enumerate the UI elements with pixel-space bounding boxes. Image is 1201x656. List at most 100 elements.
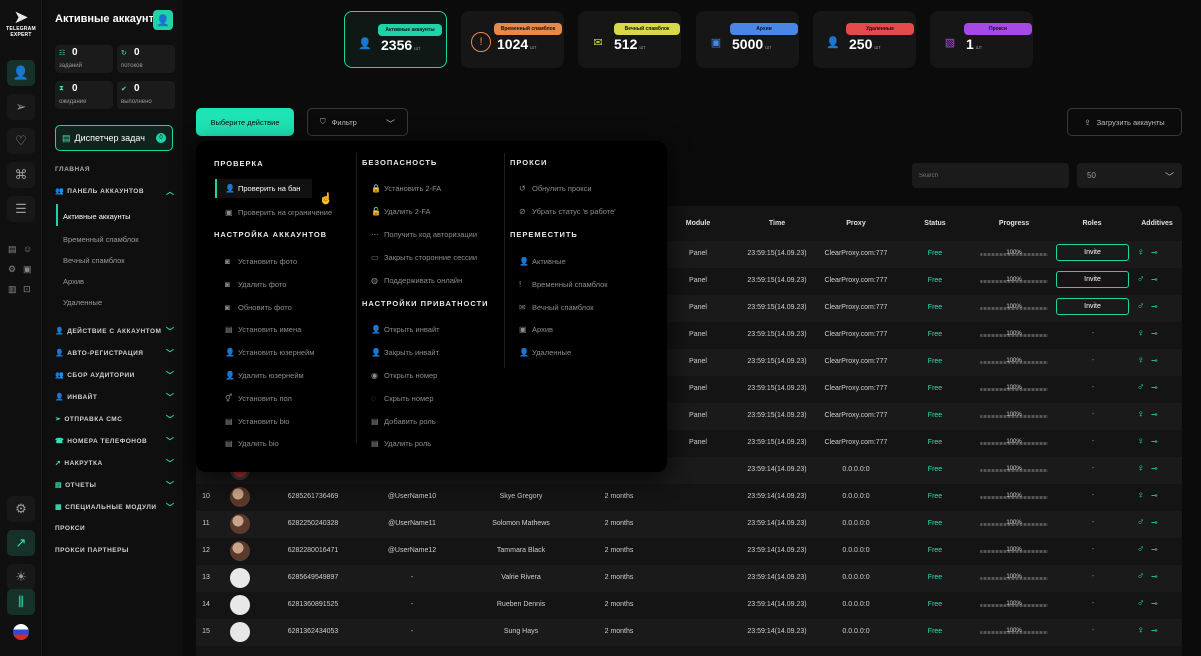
invite-role-button[interactable]: Invite <box>1056 271 1129 288</box>
menu-set-username[interactable]: 👤 Установить юзернейм <box>225 348 314 357</box>
key-icon[interactable]: ⊸ <box>1151 437 1158 446</box>
key-icon[interactable]: ⊸ <box>1151 248 1158 257</box>
nav-sms[interactable]: ➢ ОТПРАВКА СМС ﹀ <box>55 415 174 424</box>
send-icon[interactable]: ➢ <box>7 94 35 120</box>
menu-reset-proxy[interactable]: ↺ Обнулить прокси <box>519 184 592 193</box>
key-icon[interactable]: ⊸ <box>1151 329 1158 338</box>
col-proxy[interactable]: Proxy <box>846 220 865 227</box>
col-module[interactable]: Module <box>686 220 711 227</box>
invite-role-button[interactable]: Invite <box>1056 244 1129 261</box>
key-icon[interactable]: ⊸ <box>1151 518 1158 527</box>
search-input[interactable] <box>912 163 1069 188</box>
menu-move-archive[interactable]: ▣ Архив <box>519 325 553 334</box>
equalizer-icon[interactable]: ⫼ <box>7 589 35 615</box>
menu-check-restriction[interactable]: ▣ Проверить на ограничение <box>225 208 332 217</box>
menu-open-invite[interactable]: 👤 Открыть инвайт <box>371 325 440 334</box>
command-icon[interactable]: ⌘ <box>7 162 35 188</box>
key-icon[interactable]: ⊸ <box>1151 410 1158 419</box>
key-icon[interactable]: ⊸ <box>1151 572 1158 581</box>
menu-set-2fa[interactable]: 🔒 Установить 2-FA <box>371 184 441 193</box>
col-additives[interactable]: Additives <box>1141 220 1173 227</box>
card-proxy[interactable]: Прокси ▧ 1 шт <box>930 11 1033 68</box>
menu-set-photo[interactable]: ◙ Установить фото <box>225 257 297 266</box>
nav-accounts-panel[interactable]: 👥 ПАНЕЛЬ АККАУНТОВ ︿ <box>55 187 174 196</box>
person-small-icon[interactable]: ☺ <box>23 244 32 254</box>
nav-special-modules[interactable]: ▦ СПЕЦИАЛЬНЫЕ МОДУЛИ ﹀ <box>55 503 174 512</box>
menu-move-deleted[interactable]: 👤 Удаленные <box>519 348 571 357</box>
menu-delete-2fa[interactable]: 🔓 Удалить 2-FA <box>371 207 431 216</box>
upload-accounts-button[interactable]: ⇪ Загрузить аккаунты <box>1067 108 1182 136</box>
menu-remove-in-work-status[interactable]: ⊘ Убрать статус 'в работе' <box>519 207 616 216</box>
key-icon[interactable]: ⊸ <box>1151 302 1158 311</box>
key-icon[interactable]: ⊸ <box>1151 464 1158 473</box>
menu-delete-bio[interactable]: ▤ Удалить bio <box>225 439 279 448</box>
key-icon[interactable]: ⊸ <box>1151 599 1158 608</box>
sub-item-active[interactable]: Активные аккаунты <box>63 212 130 221</box>
nav-auto-registration[interactable]: 👤 АВТО-РЕГИСТРАЦИЯ ﹀ <box>55 349 174 358</box>
task-dispatcher-button[interactable]: ▤ Диспетчер задач 0 <box>55 125 173 151</box>
select-action-button[interactable]: Выберите действие <box>196 108 294 136</box>
nav-proxy-partners[interactable]: ПРОКСИ ПАРТНЕРЫ <box>55 547 129 554</box>
heart-icon[interactable]: ♡ <box>7 128 35 154</box>
external-link-icon[interactable]: ↗ <box>7 530 35 556</box>
key-icon[interactable]: ⊸ <box>1151 356 1158 365</box>
app-logo[interactable]: ➤ TELEGRAM EXPERT <box>4 8 38 38</box>
user-icon[interactable]: 👤 <box>7 60 35 86</box>
menu-set-gender[interactable]: ⚥ Установить пол <box>225 394 292 403</box>
nav-audience[interactable]: 👥 СБОР АУДИТОРИИ ﹀ <box>55 371 174 380</box>
key-icon[interactable]: ⊸ <box>1151 383 1158 392</box>
table-row[interactable]: 10 6285261736469 @UserName10 Skye Gregor… <box>196 484 1182 511</box>
menu-delete-username[interactable]: 👤 Удалить юзернейм <box>225 371 304 380</box>
sub-item-archive[interactable]: Архив <box>63 277 84 286</box>
col-progress[interactable]: Progress <box>999 220 1029 227</box>
menu-get-auth-code[interactable]: ⋯ Получить код авторизации <box>371 230 477 239</box>
nav-boost[interactable]: ➚ НАКРУТКА ﹀ <box>55 459 174 468</box>
database-icon[interactable]: ☰ <box>7 196 35 222</box>
nav-proxy[interactable]: ПРОКСИ <box>55 525 85 532</box>
settings-icon[interactable]: ⚙ <box>7 496 35 522</box>
user-icon[interactable]: 👤 <box>153 10 173 30</box>
menu-delete-photo[interactable]: ◙ Удалить фото <box>225 280 286 289</box>
filter-button[interactable]: ⛉ Фильтр ﹀ <box>307 108 408 136</box>
gear-small-icon[interactable]: ⚙ <box>8 264 16 275</box>
table-row[interactable]: 11 6282250240328 @UserName11 Solomon Mat… <box>196 511 1182 538</box>
card-temp-spamblock[interactable]: Временный спамблок ! 1024 шт <box>461 11 564 68</box>
menu-close-invite[interactable]: 👤 Закрыть инвайт <box>371 348 439 357</box>
menu-close-sessions[interactable]: ▭ Закрыть сторонние сессии <box>371 253 477 262</box>
nav-invite[interactable]: 👤 ИНВАЙТ ﹀ <box>55 393 174 402</box>
col-time[interactable]: Time <box>769 220 785 227</box>
sun-icon[interactable]: ☀ <box>7 564 35 590</box>
menu-set-bio[interactable]: ▤ Установить bio <box>225 417 289 426</box>
menu-keep-online[interactable]: ◍ Поддерживать онлайн <box>371 276 462 285</box>
menu-move-perm-spamblock[interactable]: ✉ Вечный спамблок <box>519 303 594 312</box>
col-roles[interactable]: Roles <box>1082 220 1101 227</box>
key-icon[interactable]: ⊸ <box>1151 275 1158 284</box>
nav-main[interactable]: ГЛАВНАЯ <box>55 166 90 173</box>
page-size-select[interactable]: 50 ﹀ <box>1077 163 1182 188</box>
menu-check-ban[interactable]: 👤 Проверить на бан <box>215 179 313 198</box>
menu-move-active[interactable]: 👤 Активные <box>519 257 566 266</box>
nav-reports[interactable]: ▤ ОТЧЕТЫ ﹀ <box>55 481 174 490</box>
menu-delete-role[interactable]: ▤ Удалить роль <box>371 439 431 448</box>
menu-set-names[interactable]: ▤ Установить имена <box>225 325 301 334</box>
image-icon[interactable]: ▣ <box>23 264 32 275</box>
document-icon[interactable]: ▤ <box>8 244 17 255</box>
file-icon[interactable]: ▥ <box>8 284 17 295</box>
sub-item-deleted[interactable]: Удаленные <box>63 298 102 307</box>
menu-hide-number[interactable]: ◌ Скрыть номер <box>371 394 434 403</box>
menu-move-temp-spamblock[interactable]: ! Временный спамблок <box>519 280 608 289</box>
card-active-accounts[interactable]: Активные аккаунты 👤 2356 шт <box>344 11 447 68</box>
sub-item-temp-spamblock[interactable]: Временный спамблок <box>63 235 139 244</box>
menu-open-number[interactable]: ◉ Открыть номер <box>371 371 437 380</box>
invite-role-button[interactable]: Invite <box>1056 298 1129 315</box>
col-status[interactable]: Status <box>924 220 945 227</box>
menu-update-photo[interactable]: ◙ Обновить фото <box>225 303 292 312</box>
table-row[interactable]: 13 6285649549897 - Valrie Rivera 2 month… <box>196 565 1182 592</box>
card-perm-spamblock[interactable]: Вечный спамблок ✉ 512 шт <box>578 11 681 68</box>
sub-item-perm-spamblock[interactable]: Вечный спамблок <box>63 256 125 265</box>
table-row[interactable]: 14 6281360891525 - Rueben Dennis 2 month… <box>196 592 1182 619</box>
card-archive[interactable]: Архив ▣ 5000 шт <box>696 11 799 68</box>
card-deleted[interactable]: Удаленные 👤 250 шт <box>813 11 916 68</box>
menu-add-role[interactable]: ▤ Добавить роль <box>371 417 436 426</box>
key-icon[interactable]: ⊸ <box>1151 545 1158 554</box>
